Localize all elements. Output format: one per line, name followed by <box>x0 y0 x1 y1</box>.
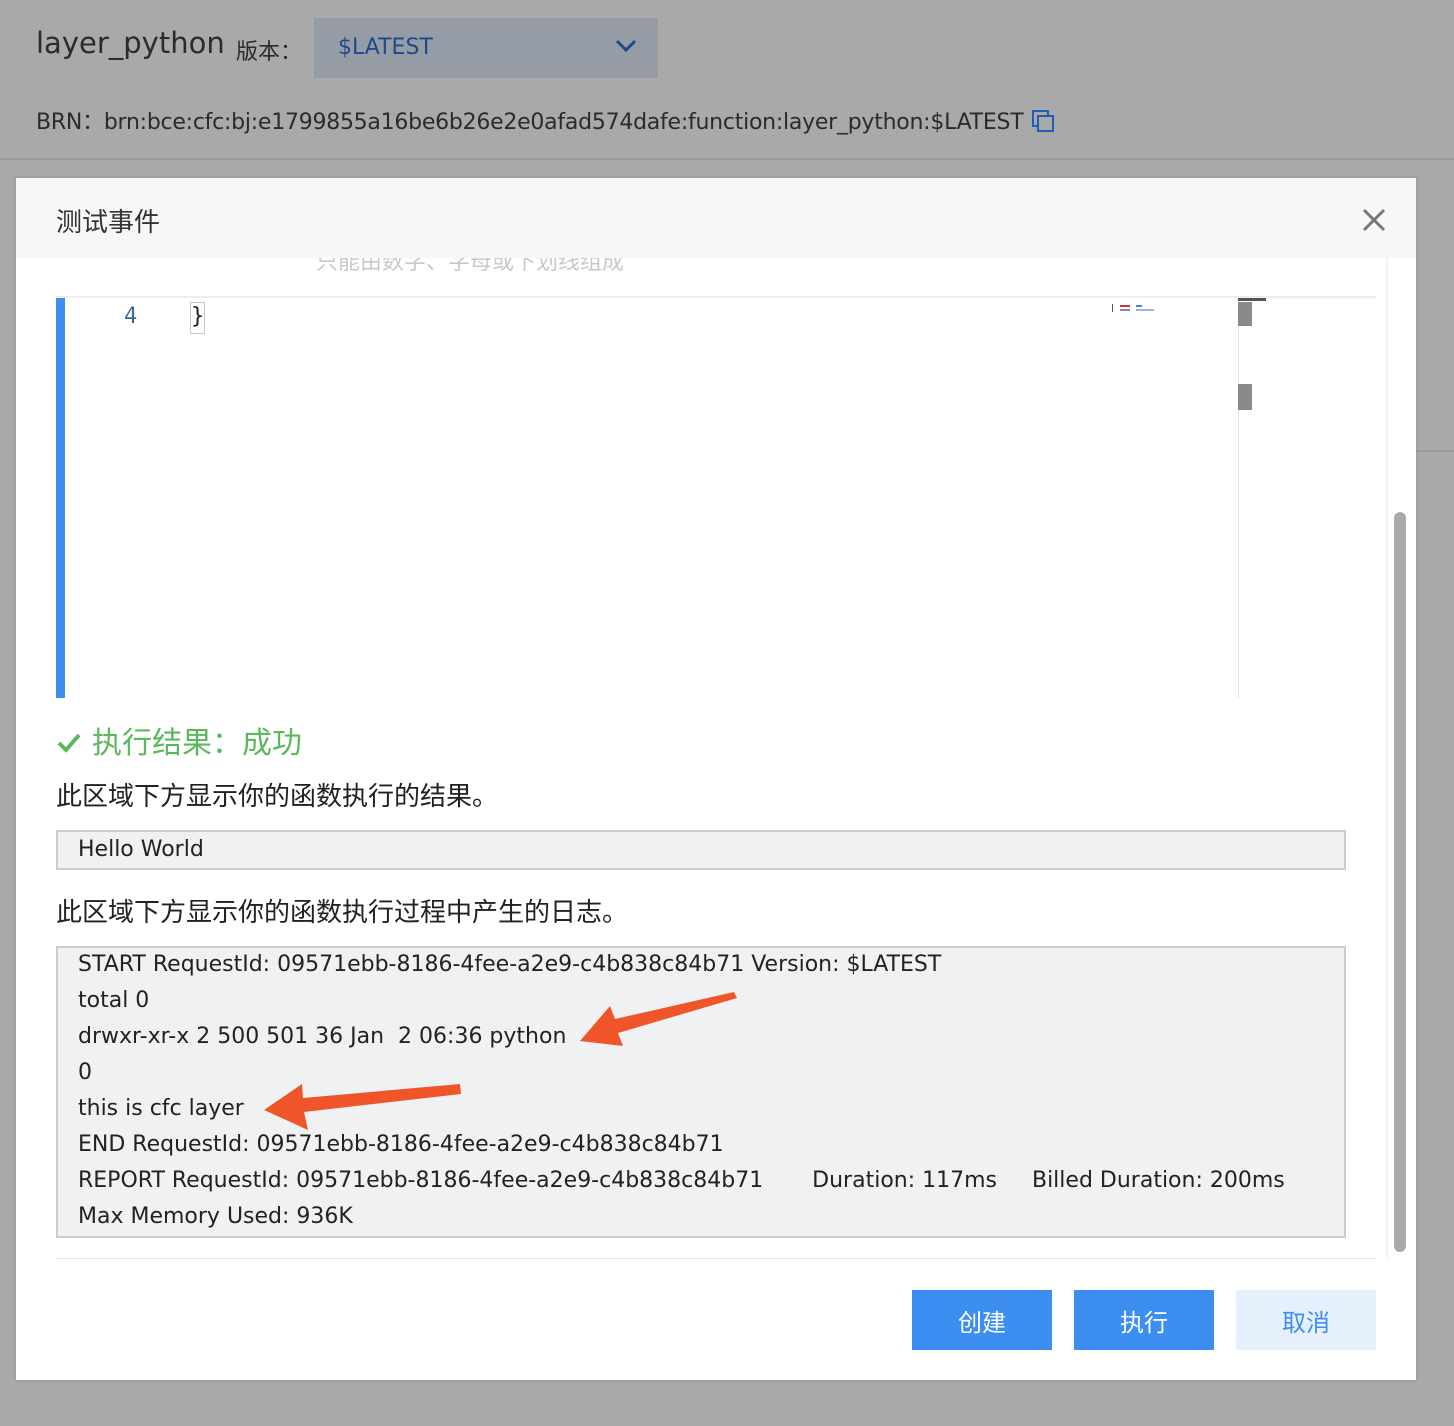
editor-gutter-bar <box>56 298 65 698</box>
editor-scroll-marker <box>1238 384 1252 410</box>
close-icon[interactable] <box>1360 206 1388 234</box>
run-button[interactable]: 执行 <box>1074 1290 1214 1350</box>
log-line: REPORT RequestId: 09571ebb-8186-4fee-a2e… <box>78 1168 1285 1193</box>
page-header: layer_python 版本： $LATEST BRN：brn:bce:cfc… <box>0 0 1454 160</box>
event-code-editor[interactable]: 4 } <box>56 298 1266 698</box>
editor-scroll-marker <box>1238 302 1252 326</box>
log-line: drwxr-xr-x 2 500 501 36 Jan 2 06:36 pyth… <box>78 1024 567 1049</box>
arrow-annotation <box>264 1084 461 1130</box>
function-name: layer_python <box>36 26 225 60</box>
version-select-value: $LATEST <box>338 35 433 60</box>
version-select[interactable]: $LATEST <box>314 18 658 78</box>
result-status-text: 执行结果：成功 <box>92 726 302 761</box>
log-line: 0 <box>78 1060 92 1085</box>
brn-line: BRN：brn:bce:cfc:bj:e1799855a16be6b26e2e0… <box>36 104 1055 136</box>
modal-header: 测试事件 <box>16 178 1416 258</box>
result-output-box: Hello World <box>56 830 1346 870</box>
result-status: 执行结果：成功 <box>56 718 302 762</box>
log-line: Max Memory Used: 936K <box>78 1204 353 1229</box>
brn-value: brn:bce:cfc:bj:e1799855a16be6b26e2e0afad… <box>103 110 1024 135</box>
log-output-box: START RequestId: 09571ebb-8186-4fee-a2e9… <box>56 946 1346 1238</box>
modal-scrollbar[interactable] <box>1394 512 1406 1252</box>
log-line: START RequestId: 09571ebb-8186-4fee-a2e9… <box>78 952 942 977</box>
log-description: 此区域下方显示你的函数执行过程中产生的日志。 <box>56 898 629 928</box>
create-button[interactable]: 创建 <box>912 1290 1052 1350</box>
result-output: Hello World <box>78 837 204 862</box>
field-hint-cut-off: 只能由数字、字母或下划线组成 <box>316 258 625 275</box>
footer-divider <box>56 1258 1376 1259</box>
cancel-button[interactable]: 取消 <box>1236 1290 1376 1350</box>
log-line: this is cfc layer <box>78 1096 244 1121</box>
version-label: 版本： <box>236 40 303 65</box>
code-line[interactable]: } <box>190 302 205 334</box>
modal-title: 测试事件 <box>56 208 161 238</box>
editor-ruler <box>1238 298 1239 698</box>
arrow-annotation <box>580 992 737 1046</box>
chevron-down-icon <box>615 39 637 53</box>
copy-icon[interactable] <box>1031 109 1055 133</box>
log-line: total 0 <box>78 988 150 1013</box>
editor-scroll-top <box>1238 298 1266 301</box>
modal-body: 只能由数字、字母或下划线组成 4 } 执行结果：成功 此区域下方显示你的函数执行 <box>16 258 1416 1258</box>
check-icon <box>57 733 81 753</box>
editor-minimap <box>1112 304 1154 312</box>
result-description: 此区域下方显示你的函数执行的结果。 <box>56 782 499 812</box>
line-number: 4 <box>124 304 138 329</box>
modal-scroll-track <box>1386 258 1388 1258</box>
test-event-modal: 测试事件 只能由数字、字母或下划线组成 4 } 执行结果：成功 此区域下方显示你… <box>16 178 1416 1380</box>
background-divider <box>1416 450 1454 452</box>
brn-label: BRN： <box>36 110 104 135</box>
